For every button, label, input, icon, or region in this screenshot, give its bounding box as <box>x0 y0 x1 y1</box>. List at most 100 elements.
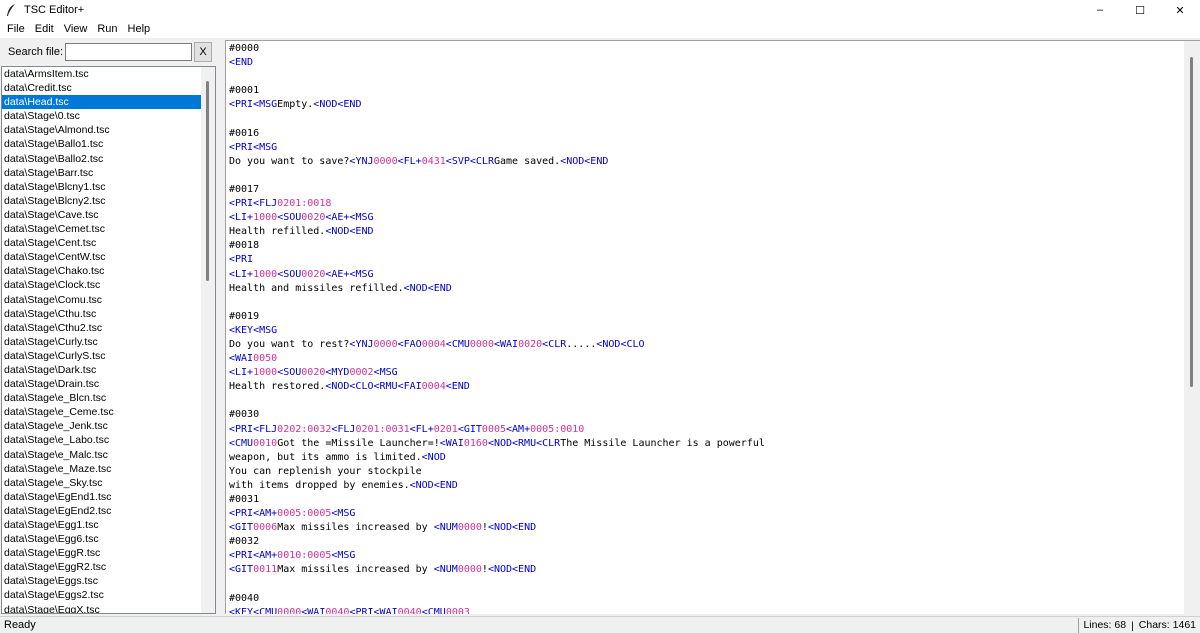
menu-view[interactable]: View <box>59 20 93 38</box>
file-list-item[interactable]: data\Stage\e_Ceme.tsc <box>2 405 215 419</box>
menu-edit[interactable]: Edit <box>30 20 59 38</box>
file-list-item[interactable]: data\Stage\Cave.tsc <box>2 208 215 222</box>
file-list-item[interactable]: data\Stage\0.tsc <box>2 109 215 123</box>
code-line[interactable]: Health and missiles refilled.<NOD<END <box>229 282 765 296</box>
minimize-button[interactable]: – <box>1080 0 1120 20</box>
code-line[interactable]: #0031 <box>229 493 765 507</box>
code-line[interactable]: <PRI<AM+0005:0005<MSG <box>229 507 765 521</box>
file-list-item[interactable]: data\Stage\e_Maze.tsc <box>2 462 215 476</box>
tsc-command: <LI+ <box>229 212 254 224</box>
code-line[interactable]: #0016 <box>229 127 765 141</box>
code-line[interactable]: Health refilled.<NOD<END <box>229 225 765 239</box>
tsc-argument: 0006 <box>253 522 278 534</box>
code-line[interactable]: #0001 <box>229 84 765 98</box>
file-list-item[interactable]: data\Stage\Clock.tsc <box>2 278 215 292</box>
file-list-item[interactable]: data\Stage\Comu.tsc <box>2 293 215 307</box>
file-list-item[interactable]: data\Stage\Dark.tsc <box>2 363 215 377</box>
file-list-item[interactable]: data\Stage\EgEnd2.tsc <box>2 504 215 518</box>
code-line[interactable] <box>229 169 765 183</box>
code-line[interactable]: #0040 <box>229 592 765 606</box>
code-line[interactable]: #0032 <box>229 535 765 549</box>
file-list-scroll-thumb[interactable] <box>206 81 209 281</box>
file-list-item[interactable]: data\ArmsItem.tsc <box>2 67 215 81</box>
file-list-item[interactable]: data\Stage\Eggs2.tsc <box>2 588 215 602</box>
file-list-item[interactable]: data\Stage\Egg6.tsc <box>2 532 215 546</box>
file-list-item[interactable]: data\Stage\Almond.tsc <box>2 123 215 137</box>
file-list-item[interactable]: data\Stage\e_Sky.tsc <box>2 476 215 490</box>
code-line[interactable]: <GIT0006Max missiles increased by <NUM00… <box>229 521 765 535</box>
editor-scrollbar[interactable] <box>1184 41 1200 614</box>
code-line[interactable]: <KEY<MSG <box>229 324 765 338</box>
code-line[interactable] <box>229 296 765 310</box>
file-list-item[interactable]: data\Stage\e_Blcn.tsc <box>2 391 215 405</box>
file-list-item[interactable]: data\Stage\Cent.tsc <box>2 236 215 250</box>
file-list-item[interactable]: data\Stage\Ballo1.tsc <box>2 137 215 151</box>
code-line[interactable]: #0018 <box>229 239 765 253</box>
code-line[interactable]: Health restored.<NOD<CLO<RMU<FAI0004<END <box>229 380 765 394</box>
code-line[interactable]: <LI+1000<SOU0020<MYD0002<MSG <box>229 366 765 380</box>
file-list-item[interactable]: data\Stage\CurlyS.tsc <box>2 349 215 363</box>
editor-scroll-thumb[interactable] <box>1190 57 1193 387</box>
code-line[interactable]: <KEY<CMU0000<WAI0040<PRI<WAI0040<CMU0003 <box>229 606 765 614</box>
code-line[interactable] <box>229 70 765 84</box>
code-line[interactable]: #0017 <box>229 183 765 197</box>
code-line[interactable]: <PRI <box>229 253 765 267</box>
search-input[interactable] <box>65 43 192 61</box>
clear-search-button[interactable]: X <box>194 42 212 62</box>
file-list-item[interactable]: data\Stage\Curly.tsc <box>2 335 215 349</box>
code-line[interactable]: <LI+1000<SOU0020<AE+<MSG <box>229 268 765 282</box>
menu-help[interactable]: Help <box>123 20 156 38</box>
code-line[interactable]: <CMU0010Got the =Missile Launcher=!<WAI0… <box>229 437 765 451</box>
code-line[interactable]: #0000 <box>229 42 765 56</box>
code-line[interactable]: #0030 <box>229 408 765 422</box>
file-list-item[interactable]: data\Stage\Egg1.tsc <box>2 518 215 532</box>
code-line[interactable]: <GIT0011Max missiles increased by <NUM00… <box>229 563 765 577</box>
file-list-item[interactable]: data\Stage\Eggs.tsc <box>2 574 215 588</box>
code-line[interactable] <box>229 112 765 126</box>
file-list-item[interactable]: data\Stage\Barr.tsc <box>2 166 215 180</box>
file-list-item[interactable]: data\Stage\EggX.tsc <box>2 603 215 613</box>
close-button[interactable]: ✕ <box>1160 0 1200 20</box>
code-line[interactable]: <WAI0050 <box>229 352 765 366</box>
code-line[interactable]: <PRI<FLJ0202:0032<FLJ0201:0031<FL+0201<G… <box>229 423 765 437</box>
file-list-item[interactable]: data\Stage\Cthu.tsc <box>2 307 215 321</box>
code-line[interactable]: <LI+1000<SOU0020<AE+<MSG <box>229 211 765 225</box>
file-list-item[interactable]: data\Head.tsc <box>2 95 215 110</box>
code-line[interactable] <box>229 578 765 592</box>
code-line[interactable]: <PRI<MSG <box>229 141 765 155</box>
file-list-item[interactable]: data\Stage\Chako.tsc <box>2 264 215 278</box>
file-list-item[interactable]: data\Credit.tsc <box>2 81 215 95</box>
file-list-item[interactable]: data\Stage\Ballo2.tsc <box>2 152 215 166</box>
code-line[interactable]: <PRI<FLJ0201:0018 <box>229 197 765 211</box>
file-list-item[interactable]: data\Stage\EggR2.tsc <box>2 560 215 574</box>
file-list-item[interactable]: data\Stage\Blcny2.tsc <box>2 194 215 208</box>
file-list-item[interactable]: data\Stage\Cthu2.tsc <box>2 321 215 335</box>
file-list[interactable]: data\ArmsItem.tsc data\Credit.tsc data\Hea… <box>1 66 216 614</box>
file-list-item[interactable]: data\Stage\Drain.tsc <box>2 377 215 391</box>
tsc-command: <MSG <box>373 367 398 379</box>
code-line[interactable]: <PRI<MSGEmpty.<NOD<END <box>229 98 765 112</box>
code-line[interactable]: Do you want to save?<YNJ0000<FL+0431<SVP… <box>229 155 765 169</box>
menu-file[interactable]: File <box>2 20 30 38</box>
code-line[interactable] <box>229 394 765 408</box>
file-list-item[interactable]: data\Stage\Cemet.tsc <box>2 222 215 236</box>
code-line[interactable]: <END <box>229 56 765 70</box>
file-list-scrollbar[interactable] <box>201 67 215 613</box>
code-line[interactable]: weapon, but its ammo is limited.<NOD <box>229 451 765 465</box>
maximize-button[interactable]: ☐ <box>1120 0 1160 20</box>
code-editor[interactable]: #0000 <END #0001 <PRI<MSGEmpty.<NOD<END #0… <box>225 40 1200 614</box>
code-line[interactable]: with items dropped by enemies.<NOD<END <box>229 479 765 493</box>
code-line[interactable]: Do you want to rest?<YNJ0000<FAO0004<CMU… <box>229 338 765 352</box>
file-list-item[interactable]: data\Stage\CentW.tsc <box>2 250 215 264</box>
code-line[interactable]: You can replenish your stockpile <box>229 465 765 479</box>
file-list-item[interactable]: data\Stage\EggR.tsc <box>2 546 215 560</box>
code-line[interactable]: <PRI<AM+0010:0005<MSG <box>229 549 765 563</box>
file-list-item[interactable]: data\Stage\EgEnd1.tsc <box>2 490 215 504</box>
file-list-item[interactable]: data\Stage\e_Jenk.tsc <box>2 419 215 433</box>
file-list-item[interactable]: data\Stage\Blcny1.tsc <box>2 180 215 194</box>
menu-run[interactable]: Run <box>92 20 122 38</box>
code-line[interactable]: #0019 <box>229 310 765 324</box>
code-text[interactable]: #0000 <END #0001 <PRI<MSGEmpty.<NOD<END #0… <box>229 42 765 614</box>
file-list-item[interactable]: data\Stage\e_Malc.tsc <box>2 448 215 462</box>
file-list-item[interactable]: data\Stage\e_Labo.tsc <box>2 433 215 447</box>
